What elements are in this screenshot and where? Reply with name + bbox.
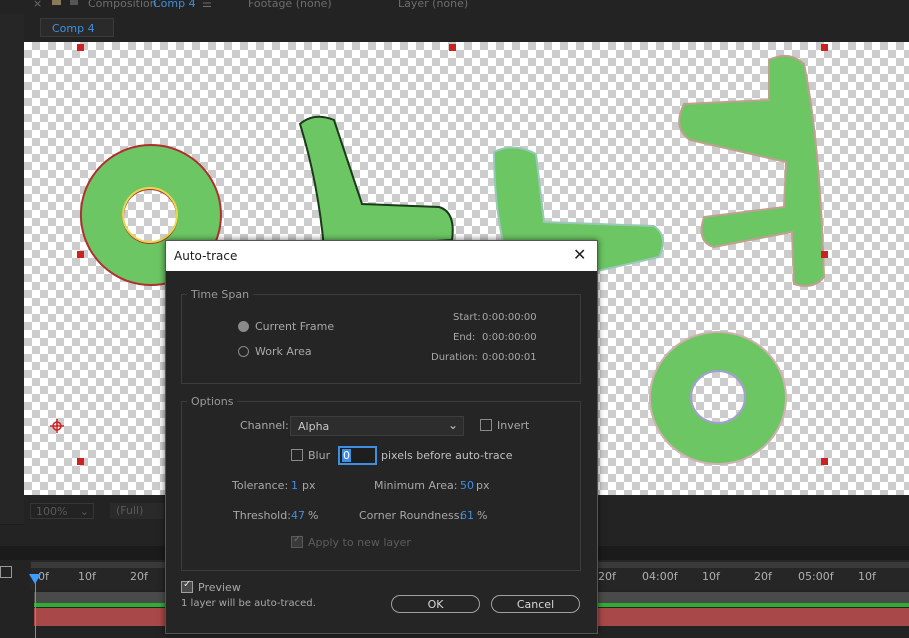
dialog-title: Auto-trace (174, 249, 238, 263)
handle-top-left (77, 44, 84, 51)
start-label: Start: (453, 312, 481, 323)
preview-checkbox[interactable]: ✓ (181, 579, 193, 593)
menu-icon[interactable]: ☰ (202, 0, 212, 10)
blur-checkbox[interactable] (291, 449, 303, 461)
current-frame-radio[interactable] (238, 321, 249, 332)
composition-icon (70, 0, 78, 5)
apply-new-layer-checkbox[interactable]: ✓ (291, 534, 303, 548)
layer-tab[interactable]: Layer (none) (398, 0, 468, 10)
lock-icon[interactable] (52, 0, 61, 5)
work-area-radio[interactable] (238, 346, 249, 357)
start-value: 0:00:00:00 (482, 312, 537, 323)
dropdown-arrow-icon: ⌄ (79, 505, 89, 518)
duration-label: Duration: (431, 352, 478, 363)
corner-roundness-unit: % (477, 509, 488, 522)
playhead-line[interactable] (35, 580, 36, 638)
threshold-label: Threshold: (233, 509, 291, 522)
handle-middle-right (821, 251, 828, 258)
tolerance-label: Tolerance: (232, 479, 289, 492)
ruler-label: 10f (858, 570, 876, 583)
bottom-ring-inner-outline (690, 370, 746, 424)
ruler-label: 04:00f (642, 570, 678, 583)
ruler-label: 10f (702, 570, 720, 583)
threshold-unit: % (308, 509, 319, 522)
ok-button[interactable]: OK (391, 595, 480, 613)
invert-checkbox[interactable] (480, 419, 492, 431)
handle-middle-left (77, 251, 84, 258)
playhead-icon[interactable] (29, 574, 41, 584)
composition-tab-name[interactable]: Comp 4 (153, 0, 196, 10)
comp-tab-row (24, 14, 909, 42)
apply-new-layer-label: Apply to new layer (308, 536, 411, 549)
checkmark-icon: ✓ (183, 579, 192, 590)
duration-value: 0:00:00:01 (482, 352, 537, 363)
handle-bottom-left (77, 458, 84, 465)
zoom-value: 100% (36, 505, 68, 518)
blur-pixels-input[interactable]: 0 (338, 446, 377, 465)
minimum-area-label: Minimum Area: (374, 479, 458, 492)
checkmark-icon: ✓ (293, 534, 302, 545)
zoom-dropdown[interactable]: 100% ⌄ (30, 503, 94, 519)
threshold-value[interactable]: 47 (291, 509, 305, 522)
end-value: 0:00:00:00 (482, 332, 537, 343)
comp-breadcrumb-tab[interactable]: Comp 4 (40, 18, 114, 37)
status-text: 1 layer will be auto-traced. (181, 598, 316, 609)
tolerance-value[interactable]: 1 (291, 479, 298, 492)
dropdown-arrow-icon: ⌄ (447, 418, 458, 432)
tolerance-unit: px (302, 479, 316, 492)
composition-tab-label[interactable]: Composition (88, 0, 157, 10)
blur-suffix-label: pixels before auto-trace (381, 449, 513, 462)
handle-bottom-right (821, 458, 828, 465)
left-ring-inner-outline (122, 187, 178, 243)
minimum-area-value[interactable]: 50 (460, 479, 474, 492)
l-stroke-shape (298, 115, 454, 250)
blur-label: Blur (308, 449, 331, 462)
channel-label: Channel: (240, 419, 289, 432)
close-icon[interactable]: × (33, 0, 42, 10)
panel-tab-bar: × Composition Comp 4 ☰ Footage (none) La… (0, 0, 909, 14)
left-panel-strip (0, 14, 25, 524)
handle-top-right (821, 44, 828, 51)
ruler-label: 20f (130, 570, 148, 583)
ruler-label: 10f (78, 570, 96, 583)
channel-value: Alpha (298, 420, 330, 433)
invert-label: Invert (497, 419, 530, 432)
corner-roundness-value[interactable]: 61 (460, 509, 474, 522)
auto-trace-dialog: Auto-trace ✕ Time Span Current Frame Wor… (165, 240, 598, 634)
preview-label: Preview (198, 581, 241, 594)
work-area-label: Work Area (255, 345, 312, 358)
right-character-shape (678, 54, 826, 287)
options-label: Options (187, 395, 238, 408)
resolution-dropdown[interactable]: (Full) (110, 503, 164, 519)
dialog-title-bar[interactable]: Auto-trace ✕ (166, 241, 597, 271)
anchor-point-icon (50, 419, 64, 433)
corner-roundness-label: Corner Roundness: (359, 509, 464, 522)
channel-dropdown[interactable]: Alpha ⌄ (290, 416, 464, 436)
bottom-ring-shape (648, 331, 787, 465)
current-frame-label: Current Frame (255, 320, 335, 333)
ruler-label: 05:00f (798, 570, 834, 583)
time-span-label: Time Span (187, 288, 254, 301)
ruler-label: 20f (598, 570, 616, 583)
minimum-area-unit: px (476, 479, 490, 492)
blur-pixels-value: 0 (342, 449, 351, 462)
timeline-graph-icon[interactable] (0, 566, 12, 578)
end-label: End: (453, 332, 476, 343)
handle-top-center (449, 44, 456, 51)
close-icon[interactable]: ✕ (573, 247, 589, 263)
footage-tab[interactable]: Footage (none) (248, 0, 332, 10)
ruler-label: 20f (754, 570, 772, 583)
cancel-button[interactable]: Cancel (491, 595, 580, 613)
